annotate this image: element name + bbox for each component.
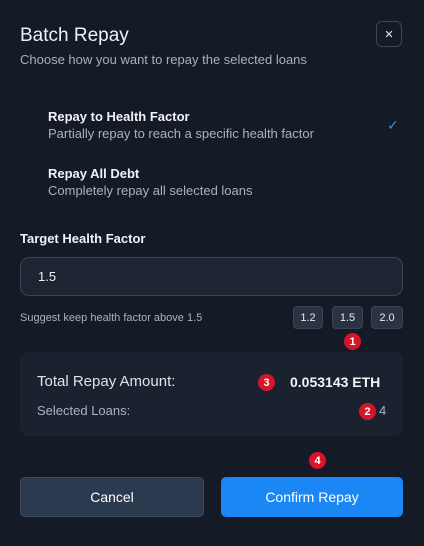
batch-repay-dialog: Batch Repay Choose how you want to repay…	[0, 0, 424, 546]
option-repay-all-debt[interactable]: Repay All Debt Completely repay all sele…	[48, 166, 388, 198]
health-factor-hint: Suggest keep health factor above 1.5	[20, 312, 203, 324]
option-description: Partially repay to reach a specific heal…	[48, 126, 314, 141]
selected-loans-label: Selected Loans:	[37, 403, 131, 418]
cancel-button[interactable]: Cancel	[20, 477, 204, 517]
preset-1-5-button[interactable]: 1.5	[332, 306, 363, 329]
repay-summary-panel	[20, 352, 403, 436]
total-repay-amount-label: Total Repay Amount:	[37, 373, 176, 390]
confirm-repay-button[interactable]: Confirm Repay	[221, 477, 403, 517]
annotation-marker-4: 4	[309, 452, 326, 469]
dialog-title: Batch Repay	[20, 25, 129, 46]
check-icon: ✓	[387, 117, 399, 133]
option-label: Repay All Debt	[48, 166, 140, 181]
preset-1-2-button[interactable]: 1.2	[293, 306, 323, 329]
option-description: Completely repay all selected loans	[48, 183, 253, 198]
close-button[interactable]: ×	[376, 21, 402, 47]
annotation-marker-3: 3	[258, 374, 275, 391]
option-repay-to-health-factor[interactable]: Repay to Health Factor Partially repay t…	[48, 109, 388, 141]
target-health-factor-label: Target Health Factor	[20, 231, 146, 246]
option-label: Repay to Health Factor	[48, 109, 190, 124]
annotation-marker-2: 2	[359, 403, 376, 420]
annotation-marker-1: 1	[344, 333, 361, 350]
close-icon: ×	[384, 25, 394, 43]
selected-loans-value: 4	[379, 403, 387, 418]
total-repay-amount-value: 0.053143 ETH	[290, 374, 381, 390]
preset-2-0-button[interactable]: 2.0	[371, 306, 403, 329]
dialog-subtitle: Choose how you want to repay the selecte…	[20, 52, 307, 67]
target-health-factor-input[interactable]	[20, 257, 403, 296]
